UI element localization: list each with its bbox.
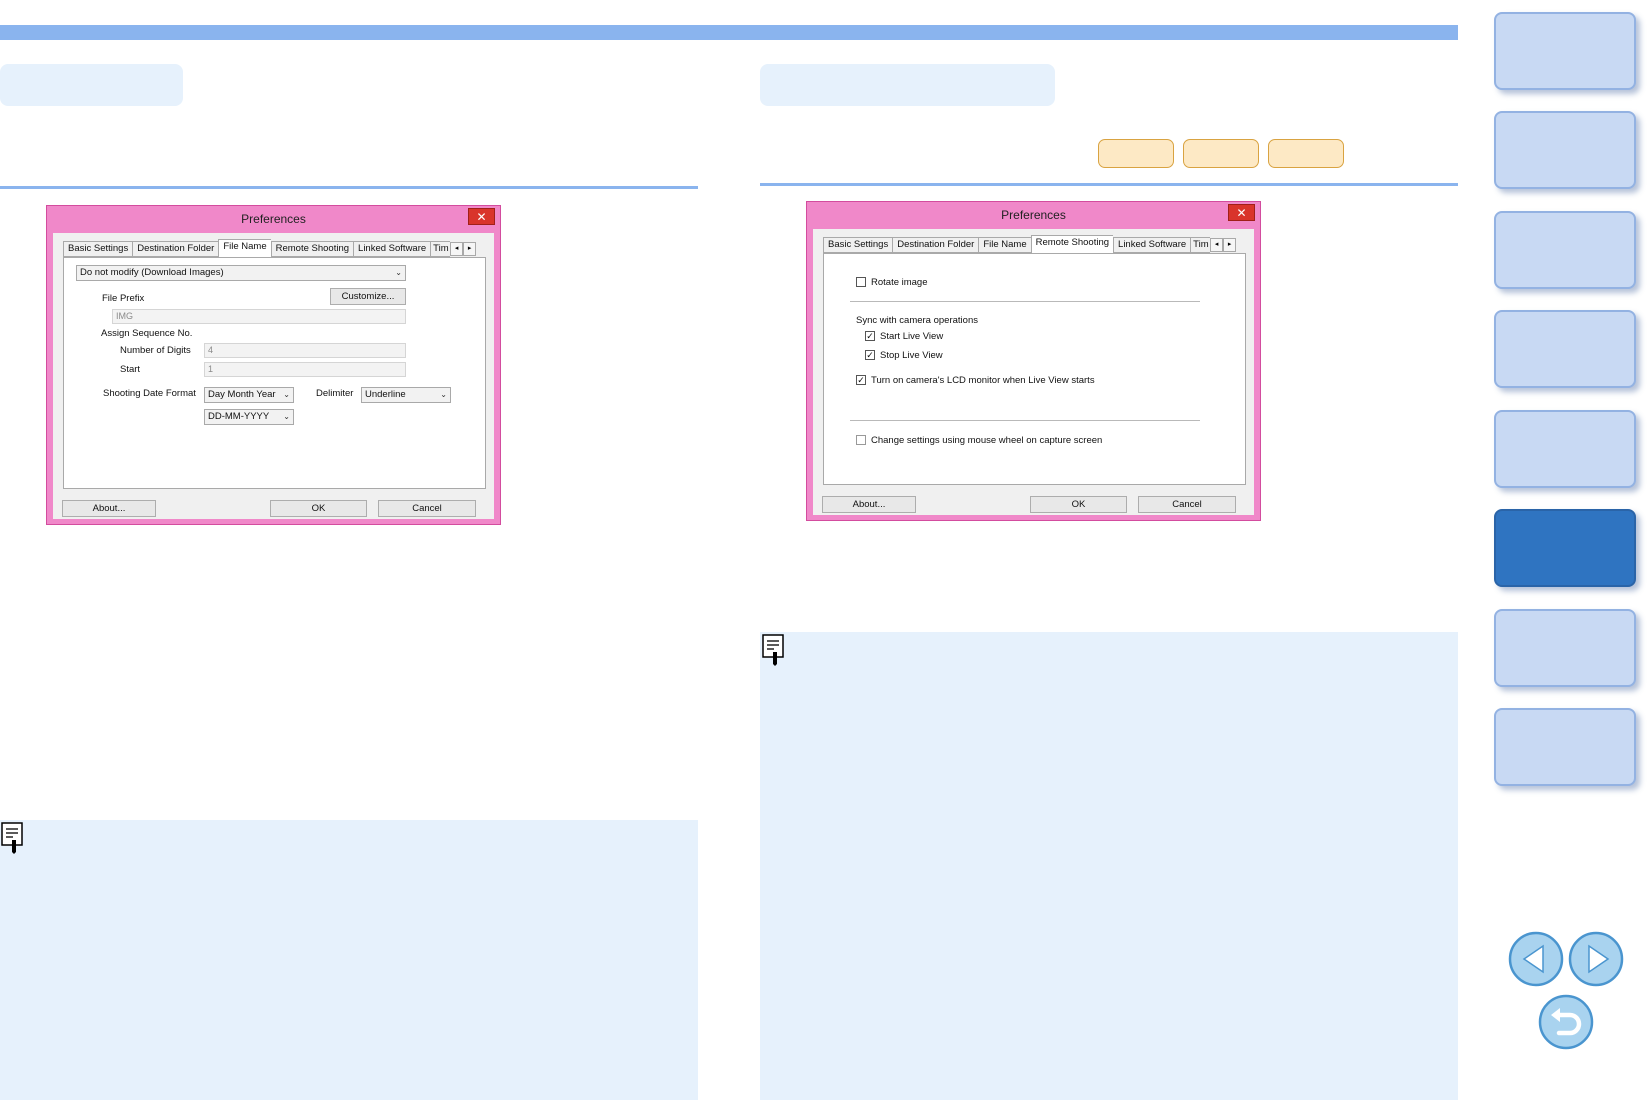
right-section-header bbox=[760, 64, 1055, 106]
file-name-panel: Do not modify (Download Images) ⌄ File P… bbox=[63, 257, 486, 489]
start-label: Start bbox=[120, 364, 141, 375]
left-note-box bbox=[0, 820, 698, 1100]
tab-destination-folder[interactable]: Destination Folder bbox=[892, 237, 979, 253]
ok-button[interactable]: OK bbox=[1030, 496, 1127, 513]
date-format-value: Day Month Year bbox=[208, 389, 276, 400]
tab-file-name[interactable]: File Name bbox=[218, 239, 271, 257]
chevron-down-icon: ⌄ bbox=[395, 268, 402, 277]
tab-remote-shooting[interactable]: Remote Shooting bbox=[1030, 235, 1114, 253]
tab-remote-shooting[interactable]: Remote Shooting bbox=[270, 241, 354, 257]
rename-mode-value: Do not modify (Download Images) bbox=[80, 267, 224, 278]
tab-basic-settings[interactable]: Basic Settings bbox=[63, 241, 133, 257]
tab-scroll-left-icon[interactable]: ◂ bbox=[1210, 238, 1224, 252]
nav-section-4[interactable] bbox=[1494, 310, 1636, 388]
tab-linked-software[interactable]: Linked Software bbox=[1113, 237, 1191, 253]
stop-live-view-label: Stop Live View bbox=[880, 350, 943, 361]
nav-section-5[interactable] bbox=[1494, 410, 1636, 488]
lcd-monitor-label: Turn on camera's LCD monitor when Live V… bbox=[871, 375, 1095, 386]
tab-strip: Basic Settings Destination Folder File N… bbox=[823, 235, 1237, 253]
preferences-dialog-remote-shooting: Preferences ✕ Basic Settings Destination… bbox=[806, 201, 1261, 521]
date-pattern-value: DD-MM-YYYY bbox=[208, 411, 270, 422]
start-live-view-checkbox[interactable]: ✓ bbox=[865, 331, 875, 341]
top-accent-bar bbox=[0, 25, 1458, 40]
nav-section-2[interactable] bbox=[1494, 111, 1636, 189]
tab-timer[interactable]: Tim bbox=[430, 241, 451, 257]
start-live-view-label: Start Live View bbox=[880, 331, 944, 342]
preferences-dialog-file-name: Preferences ✕ Basic Settings Destination… bbox=[46, 205, 501, 525]
sync-heading: Sync with camera operations bbox=[856, 315, 978, 326]
mouse-wheel-checkbox[interactable] bbox=[856, 435, 866, 445]
return-icon[interactable] bbox=[1537, 993, 1595, 1051]
delimiter-label: Delimiter bbox=[316, 388, 354, 399]
lcd-monitor-checkbox[interactable]: ✓ bbox=[856, 375, 866, 385]
nav-section-8[interactable] bbox=[1494, 708, 1636, 786]
start-input[interactable]: 1 bbox=[204, 362, 406, 377]
dialog-body: Basic Settings Destination Folder File N… bbox=[813, 229, 1254, 515]
arrow-left-icon[interactable] bbox=[1507, 930, 1565, 988]
tab-scroll-right-icon[interactable]: ▸ bbox=[463, 242, 477, 256]
cancel-button[interactable]: Cancel bbox=[378, 500, 476, 517]
delimiter-select[interactable]: Underline ⌄ bbox=[361, 387, 451, 403]
mode-tag-2 bbox=[1183, 139, 1259, 168]
delimiter-value: Underline bbox=[365, 389, 406, 400]
nav-section-1[interactable] bbox=[1494, 12, 1636, 90]
mouse-wheel-label: Change settings using mouse wheel on cap… bbox=[871, 435, 1103, 446]
tab-file-name[interactable]: File Name bbox=[978, 237, 1031, 253]
chevron-down-icon: ⌄ bbox=[440, 390, 447, 399]
tab-linked-software[interactable]: Linked Software bbox=[353, 241, 431, 257]
tab-destination-folder[interactable]: Destination Folder bbox=[132, 241, 219, 257]
separator bbox=[850, 420, 1200, 421]
customize-button[interactable]: Customize... bbox=[330, 288, 406, 305]
rotate-image-checkbox[interactable] bbox=[856, 277, 866, 287]
mode-tag-1 bbox=[1098, 139, 1174, 168]
date-format-label: Shooting Date Format bbox=[103, 388, 196, 399]
separator bbox=[850, 301, 1200, 302]
date-pattern-select[interactable]: DD-MM-YYYY ⌄ bbox=[204, 409, 294, 425]
dialog-body: Basic Settings Destination Folder File N… bbox=[53, 233, 494, 519]
nav-section-7[interactable] bbox=[1494, 609, 1636, 687]
cancel-button[interactable]: Cancel bbox=[1138, 496, 1236, 513]
right-note-box bbox=[760, 632, 1458, 1100]
date-format-select[interactable]: Day Month Year ⌄ bbox=[204, 387, 294, 403]
number-of-digits-input[interactable]: 4 bbox=[204, 343, 406, 358]
about-button[interactable]: About... bbox=[62, 500, 156, 517]
about-button[interactable]: About... bbox=[822, 496, 916, 513]
memo-icon bbox=[1, 822, 23, 854]
rename-mode-select[interactable]: Do not modify (Download Images) ⌄ bbox=[76, 265, 406, 281]
arrow-right-icon[interactable] bbox=[1567, 930, 1625, 988]
rotate-image-label: Rotate image bbox=[871, 277, 928, 288]
tab-strip: Basic Settings Destination Folder File N… bbox=[63, 239, 477, 257]
number-of-digits-label: Number of Digits bbox=[120, 345, 191, 356]
stop-live-view-checkbox[interactable]: ✓ bbox=[865, 350, 875, 360]
assign-sequence-label: Assign Sequence No. bbox=[101, 328, 193, 339]
close-icon[interactable]: ✕ bbox=[1228, 204, 1255, 221]
memo-icon bbox=[762, 634, 784, 666]
tab-timer[interactable]: Tim bbox=[1190, 237, 1211, 253]
dialog-title: Preferences bbox=[1001, 208, 1066, 222]
mode-tag-3 bbox=[1268, 139, 1344, 168]
left-section-header bbox=[0, 64, 183, 106]
close-icon[interactable]: ✕ bbox=[468, 208, 495, 225]
tab-basic-settings[interactable]: Basic Settings bbox=[823, 237, 893, 253]
remote-shooting-panel: Rotate image Sync with camera operations… bbox=[823, 253, 1246, 485]
tab-scroll-left-icon[interactable]: ◂ bbox=[450, 242, 464, 256]
right-divider bbox=[760, 183, 1458, 186]
file-prefix-label: File Prefix bbox=[102, 293, 145, 304]
ok-button[interactable]: OK bbox=[270, 500, 367, 517]
left-divider bbox=[0, 186, 698, 189]
chevron-down-icon: ⌄ bbox=[283, 412, 290, 421]
file-prefix-input[interactable]: IMG bbox=[112, 309, 406, 324]
nav-section-6-active[interactable] bbox=[1494, 509, 1636, 587]
tab-scroll-right-icon[interactable]: ▸ bbox=[1223, 238, 1237, 252]
dialog-title: Preferences bbox=[241, 212, 306, 226]
chevron-down-icon: ⌄ bbox=[283, 390, 290, 399]
nav-section-3[interactable] bbox=[1494, 211, 1636, 289]
